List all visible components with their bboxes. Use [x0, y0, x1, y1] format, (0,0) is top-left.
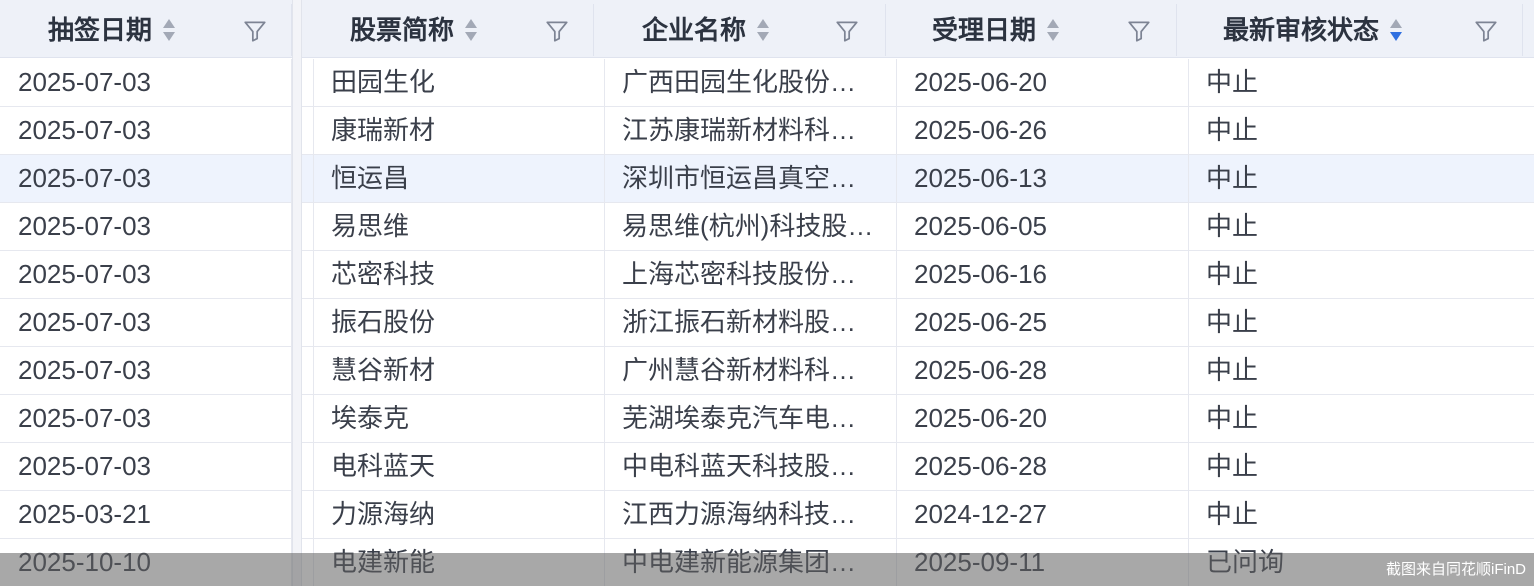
column-header-label: 抽签日期 [48, 15, 153, 45]
table-row[interactable]: 2025-07-03 慧谷新材广州慧谷新材料科技股份有限公司2025-06-28 中… [0, 347, 1534, 395]
table-row[interactable]: 2025-07-03 康瑞新材江苏康瑞新材料科技股份有限公司2025-06-26 中… [0, 107, 1534, 155]
company-name-cell: 江苏康瑞新材料科技股份有限公司 [605, 107, 897, 154]
review-status-cell: 中止 [1206, 499, 1259, 529]
stock-name-cell: 芯密科技 [313, 251, 605, 298]
table-header: 抽签日期 股票简称 企业名称 受理日期 最新审核状态 [0, 0, 1534, 58]
stock-name-cell: 埃泰克 [313, 395, 605, 442]
company-name-cell: 芜湖埃泰克汽车电子股份有限公司 [605, 395, 897, 442]
filter-icon[interactable] [242, 18, 268, 44]
accept-date-cell: 2025-06-25 [897, 299, 1189, 346]
sort-icon[interactable] [1046, 15, 1060, 45]
filter-icon[interactable] [544, 18, 570, 44]
accept-date-cell: 2025-06-20 [897, 395, 1189, 442]
table-row[interactable]: 2025-07-03 田园生化广西田园生化股份有限公司2025-06-20 中止 [0, 59, 1534, 107]
filter-icon[interactable] [1473, 18, 1499, 44]
column-header-label: 股票简称 [350, 15, 455, 45]
company-name-cell: 易思维(杭州)科技股份有限公司 [605, 203, 897, 250]
draw-date-cell: 2025-07-03 [0, 251, 292, 298]
accept-date-cell: 2025-06-16 [897, 251, 1189, 298]
stock-name-cell: 康瑞新材 [313, 107, 605, 154]
review-status-cell: 中止 [1206, 115, 1259, 145]
column-header-label: 最新审核状态 [1223, 15, 1380, 45]
company-name-cell: 江西力源海纳科技股份有限公司 [605, 491, 897, 538]
draw-date-cell: 2025-03-21 [0, 491, 292, 538]
accept-date-cell: 2025-06-13 [897, 155, 1189, 202]
review-status-cell: 中止 [1206, 355, 1259, 385]
table-row[interactable]: 2025-07-03 振石股份浙江振石新材料股份有限公司2025-06-25 中止 [0, 299, 1534, 347]
accept-date-cell: 2024-12-27 [897, 491, 1189, 538]
draw-date-cell: 2025-07-03 [0, 395, 292, 442]
accept-date-cell: 2025-06-28 [897, 347, 1189, 394]
watermark-bar: 截图来自同花顺iFinD [0, 553, 1534, 586]
company-name-cell: 广州慧谷新材料科技股份有限公司 [605, 347, 897, 394]
column-header-label: 企业名称 [642, 15, 747, 45]
sort-icon[interactable] [464, 15, 478, 45]
stock-name-cell: 恒运昌 [313, 155, 605, 202]
column-header-company-name[interactable]: 企业名称 [594, 4, 886, 56]
company-name-cell: 中电科蓝天科技股份有限公司 [605, 443, 897, 490]
review-status-cell: 中止 [1206, 307, 1259, 337]
accept-date-cell: 2025-06-05 [897, 203, 1189, 250]
sort-icon[interactable] [756, 15, 770, 45]
company-name-cell: 深圳市恒运昌真空技术股份有限公司 [605, 155, 897, 202]
draw-date-cell: 2025-07-03 [0, 155, 292, 202]
table-row[interactable]: 2025-07-03 电科蓝天中电科蓝天科技股份有限公司2025-06-28 中止 [0, 443, 1534, 491]
stock-name-cell: 易思维 [313, 203, 605, 250]
filter-icon[interactable] [1126, 18, 1152, 44]
column-header-label: 受理日期 [932, 15, 1037, 45]
accept-date-cell: 2025-06-28 [897, 443, 1189, 490]
draw-date-cell: 2025-07-03 [0, 203, 292, 250]
table-body: 2025-07-03田园生化广西田园生化股份有限公司2025-06-20中止20… [0, 59, 1534, 586]
filter-icon[interactable] [834, 18, 860, 44]
company-name-cell: 浙江振石新材料股份有限公司 [605, 299, 897, 346]
review-status-cell: 中止 [1206, 403, 1259, 433]
table-row[interactable]: 2025-03-21 力源海纳江西力源海纳科技股份有限公司2024-12-27 中止 [0, 491, 1534, 539]
column-header-draw-date[interactable]: 抽签日期 [0, 4, 292, 56]
draw-date-cell: 2025-07-03 [0, 299, 292, 346]
sort-desc-icon[interactable] [1389, 15, 1403, 45]
stock-name-cell: 慧谷新材 [313, 347, 605, 394]
review-status-cell: 中止 [1206, 451, 1259, 481]
sort-icon[interactable] [162, 15, 176, 45]
draw-date-cell: 2025-07-03 [0, 347, 292, 394]
table-row[interactable]: 2025-07-03 恒运昌深圳市恒运昌真空技术股份有限公司2025-06-13 中… [0, 155, 1534, 203]
company-name-cell: 广西田园生化股份有限公司 [605, 59, 897, 106]
review-status-cell: 中止 [1206, 259, 1259, 289]
accept-date-cell: 2025-06-26 [897, 107, 1189, 154]
column-header-accept-date[interactable]: 受理日期 [886, 4, 1177, 56]
company-name-cell: 上海芯密科技股份有限公司 [605, 251, 897, 298]
draw-date-cell: 2025-07-03 [0, 59, 292, 106]
stock-name-cell: 田园生化 [313, 59, 605, 106]
review-status-cell: 中止 [1206, 163, 1259, 193]
table-row[interactable]: 2025-07-03 易思维易思维(杭州)科技股份有限公司2025-06-05 中止 [0, 203, 1534, 251]
column-header-review-status[interactable]: 最新审核状态 [1177, 4, 1523, 56]
watermark-text: 截图来自同花顺iFinD [1385, 561, 1526, 578]
ipo-review-table: 抽签日期 股票简称 企业名称 受理日期 最新审核状态 2025-07-03 田园… [0, 0, 1534, 586]
stock-name-cell: 电科蓝天 [313, 443, 605, 490]
table-row[interactable]: 2025-07-03 埃泰克芜湖埃泰克汽车电子股份有限公司2025-06-20 中止 [0, 395, 1534, 443]
draw-date-cell: 2025-07-03 [0, 443, 292, 490]
review-status-cell: 中止 [1206, 67, 1259, 97]
accept-date-cell: 2025-06-20 [897, 59, 1189, 106]
stock-name-cell: 振石股份 [313, 299, 605, 346]
draw-date-cell: 2025-07-03 [0, 107, 292, 154]
review-status-cell: 中止 [1206, 211, 1259, 241]
table-row[interactable]: 2025-07-03 芯密科技上海芯密科技股份有限公司2025-06-16 中止 [0, 251, 1534, 299]
stock-name-cell: 力源海纳 [313, 491, 605, 538]
frozen-column-divider[interactable] [292, 0, 302, 586]
column-header-stock-name[interactable]: 股票简称 [304, 4, 594, 56]
